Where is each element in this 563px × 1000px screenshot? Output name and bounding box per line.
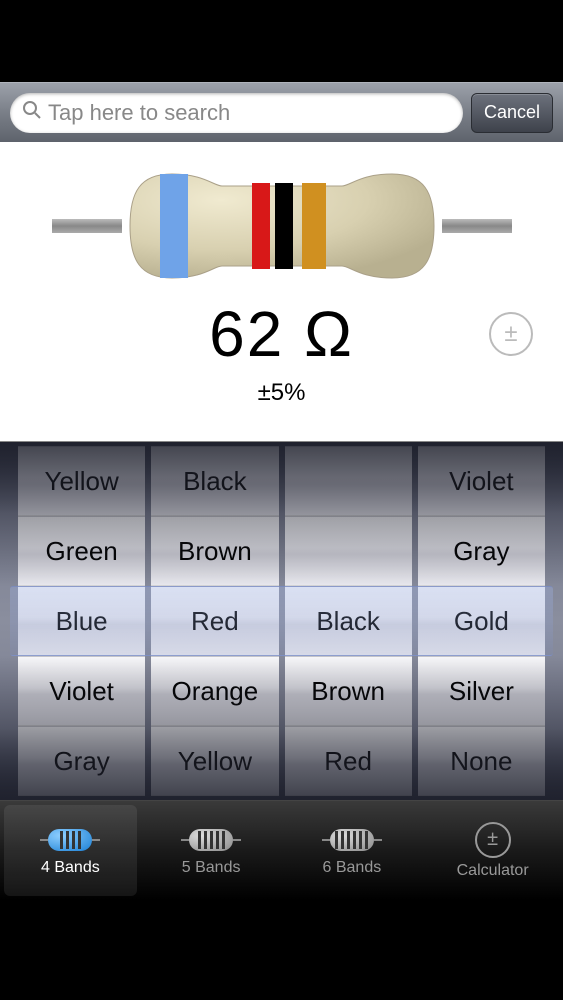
picker-item[interactable]: None — [418, 726, 545, 796]
resistor-icon — [322, 825, 382, 855]
picker-column-2[interactable]: Black Brown Red Orange Yellow — [151, 442, 278, 800]
picker-item[interactable] — [285, 446, 412, 516]
resistor-wire-right — [442, 219, 512, 233]
resistor-icon — [40, 825, 100, 855]
picker-item[interactable]: Gray — [18, 726, 145, 796]
picker-columns: Yellow Green Blue Violet Gray Black Brow… — [18, 442, 545, 800]
resistor-wire-left — [52, 219, 122, 233]
tab-bar: 4 Bands 5 Bands 6 Bands ± Calculator — [0, 800, 563, 900]
picker-column-1[interactable]: Yellow Green Blue Violet Gray — [18, 442, 145, 800]
picker-item[interactable]: Blue — [18, 586, 145, 656]
resistor-body — [122, 172, 442, 280]
resistor-display: 62 Ω ± ±5% — [0, 142, 563, 442]
picker-item[interactable]: Violet — [418, 446, 545, 516]
picker-item[interactable]: Red — [151, 586, 278, 656]
picker-column-4[interactable]: Violet Gray Gold Silver None — [418, 442, 545, 800]
resistance-value: 62 Ω — [209, 297, 354, 371]
top-spacer — [0, 0, 563, 82]
tab-label: 6 Bands — [323, 859, 382, 877]
resistor-band-4 — [302, 183, 326, 269]
resistor-band-1 — [160, 174, 188, 278]
picker-item[interactable] — [285, 516, 412, 586]
search-input[interactable] — [48, 100, 451, 126]
bottom-spacer — [0, 900, 563, 1000]
picker-item[interactable]: Green — [18, 516, 145, 586]
search-field-wrap[interactable] — [10, 93, 463, 133]
picker-item[interactable]: Violet — [18, 656, 145, 726]
resistor-band-2 — [252, 183, 270, 269]
picker-item[interactable]: Black — [151, 446, 278, 516]
tolerance-toggle-button[interactable]: ± — [489, 312, 533, 356]
cancel-button[interactable]: Cancel — [471, 93, 553, 133]
tab-6-bands[interactable]: 6 Bands — [282, 801, 423, 900]
tab-label: Calculator — [457, 862, 529, 880]
picker-item[interactable]: Yellow — [151, 726, 278, 796]
tab-4-bands[interactable]: 4 Bands — [0, 801, 141, 900]
picker-item[interactable]: Brown — [151, 516, 278, 586]
resistor-band-3 — [275, 183, 293, 269]
resistor-icon — [181, 825, 241, 855]
picker-item[interactable]: Black — [285, 586, 412, 656]
picker-item[interactable]: Orange — [151, 656, 278, 726]
picker-item[interactable]: Gray — [418, 516, 545, 586]
tolerance-value: ±5% — [0, 379, 563, 407]
tab-label: 4 Bands — [41, 859, 100, 877]
calculator-icon: ± — [475, 822, 511, 858]
search-bar: Cancel — [0, 82, 563, 142]
picker-item[interactable]: Yellow — [18, 446, 145, 516]
picker-item[interactable]: Gold — [418, 586, 545, 656]
value-row: 62 Ω ± — [0, 297, 563, 371]
tab-5-bands[interactable]: 5 Bands — [141, 801, 282, 900]
picker-item[interactable]: Red — [285, 726, 412, 796]
search-icon — [22, 100, 42, 125]
tab-calculator[interactable]: ± Calculator — [422, 801, 563, 900]
picker-item[interactable]: Brown — [285, 656, 412, 726]
tab-label: 5 Bands — [182, 859, 241, 877]
color-picker[interactable]: Yellow Green Blue Violet Gray Black Brow… — [0, 442, 563, 800]
picker-item[interactable]: Silver — [418, 656, 545, 726]
plus-minus-icon: ± — [504, 320, 517, 348]
resistor-visual — [0, 142, 563, 292]
picker-column-3[interactable]: Black Brown Red — [285, 442, 412, 800]
